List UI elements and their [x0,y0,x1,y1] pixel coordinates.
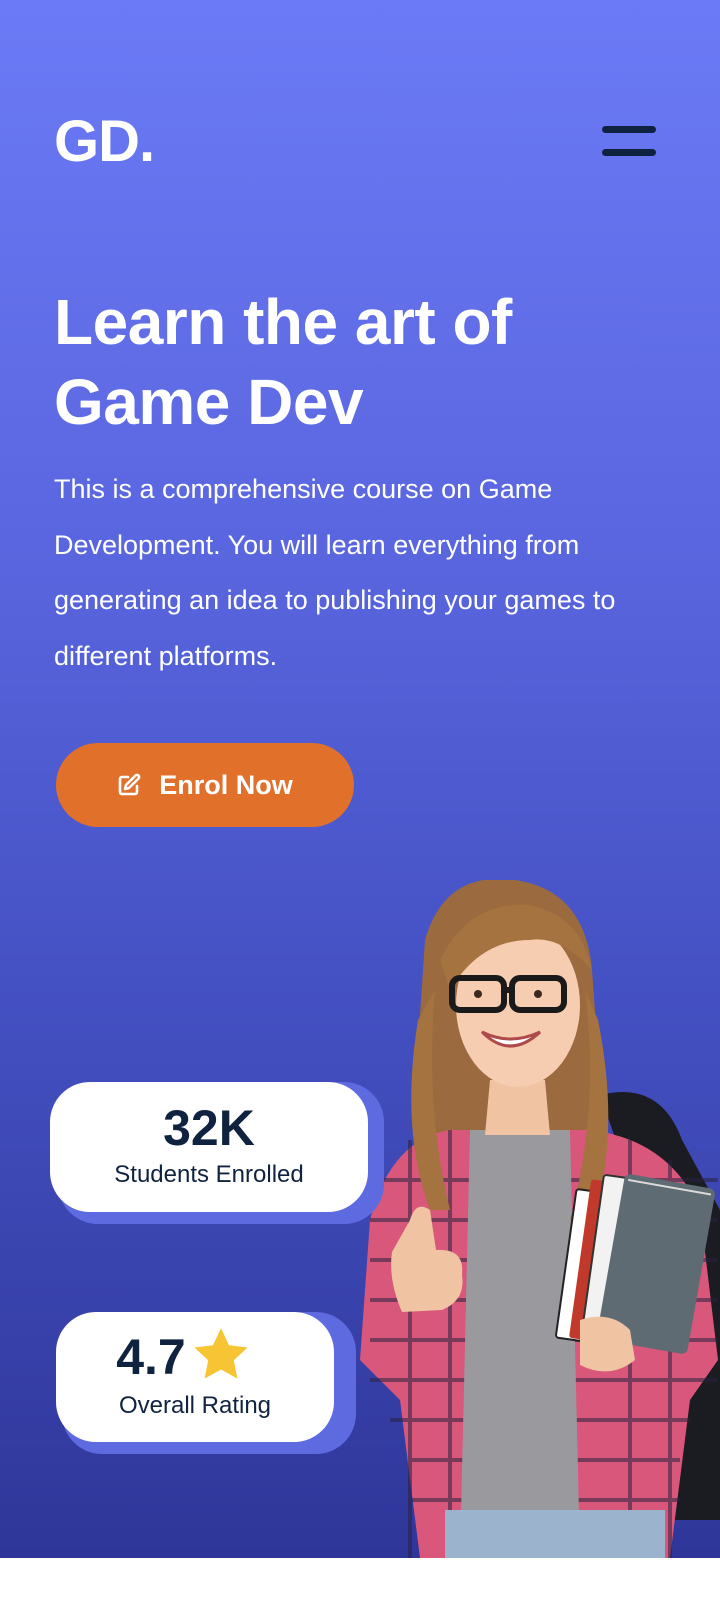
hero-description: This is a comprehensive course on Game D… [54,474,616,671]
hamburger-menu-icon[interactable] [600,122,658,162]
hero-headline: Learn the art of Game Dev [54,282,654,442]
rating-row: 4.7 [56,1326,334,1387]
student-photo [360,880,720,1558]
edit-icon [117,773,141,797]
students-count: 32K [163,1100,255,1156]
rating-label: Overall Rating [118,1392,272,1419]
menu-bar-top [602,126,656,133]
headline-line-1: Learn the art of [54,286,512,358]
students-enrolled-card: 32K Students Enrolled [50,1082,368,1212]
brand-logo[interactable]: GD. [54,108,155,175]
rating-value: 4.7 [116,1328,186,1385]
star-icon [192,1326,250,1387]
menu-bar-bottom [602,149,656,156]
enrol-now-label: Enrol Now [159,769,293,800]
overall-rating-card: 4.7 Overall Rating [56,1312,334,1442]
enrol-now-button[interactable]: Enrol Now [56,743,354,827]
headline-line-2: Game Dev [54,366,364,438]
students-label: Students Enrolled [114,1161,304,1188]
hero-section: GD. Learn the art of Game Dev This is a … [0,0,720,1558]
